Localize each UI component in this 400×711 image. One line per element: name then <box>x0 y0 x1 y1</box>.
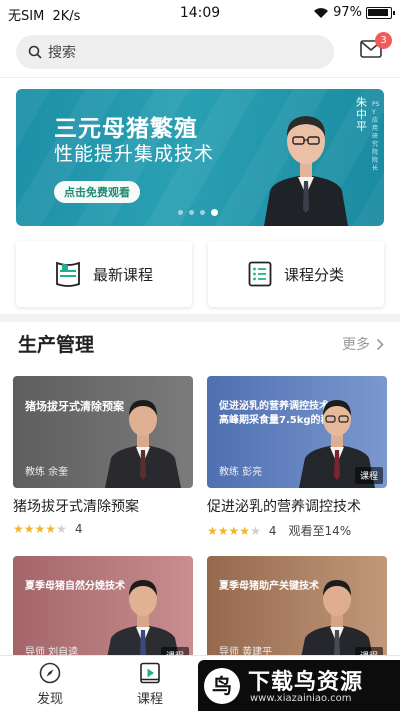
course-meta: ★★★★★ 4 观看至14% <box>207 522 387 539</box>
rating-value: 4 <box>268 523 277 538</box>
course-thumbnail: 促进泌乳的营养调控技术 高峰期采食量7.5kg的秘诀 教练 彭亮 课程 <box>207 376 387 488</box>
watermark-logo: 鸟 <box>204 668 240 704</box>
star-empty-icon: ★ <box>56 522 67 536</box>
tab-label: 课程 <box>136 692 163 707</box>
course-card[interactable]: 夏季母猪自然分娩技术 导师 刘自逵 课程 <box>13 556 193 655</box>
carousel-dot[interactable] <box>178 210 183 215</box>
list-icon <box>248 261 272 287</box>
tab-label: 发现 <box>36 692 63 707</box>
latest-courses-button[interactable]: 最新课程 <box>16 241 192 307</box>
course-tag: 课程 <box>354 467 383 484</box>
star-icon: ★ <box>23 522 35 536</box>
course-meta: ★★★★★ 4 <box>13 522 193 536</box>
course-name: 促进泌乳的营养调控技术 <box>207 499 361 515</box>
chevron-right-icon <box>376 338 384 350</box>
battery-percent: 97% <box>333 5 362 20</box>
carousel-dot[interactable] <box>189 210 194 215</box>
star-icon: ★ <box>13 522 24 536</box>
star-empty-icon: ★ <box>250 523 261 538</box>
carousel-dot[interactable] <box>211 209 218 216</box>
home-content[interactable]: 三元母猪繁殖 性能提升集成技术 点击免费观看 朱中平 PSY应用研究院院长 最新… <box>0 78 400 655</box>
wifi-icon <box>314 7 329 18</box>
rating-stars: ★★★★★ <box>13 522 67 536</box>
section-divider <box>0 314 400 322</box>
status-bar: 无SIM 2K/s 14:09 97% <box>0 0 400 28</box>
message-button[interactable]: 3 <box>360 32 392 58</box>
star-icon: ★ <box>228 523 240 538</box>
teacher-photo <box>107 580 179 655</box>
course-thumbnail: 夏季母猪助产关键技术 导师 黄建平 课程 <box>207 556 387 655</box>
watermark-text: 下载鸟资源 <box>248 670 364 695</box>
course-categories-label: 课程分类 <box>283 265 344 284</box>
search-icon <box>28 45 42 59</box>
top-bar: 搜索 3 <box>0 28 400 78</box>
unread-badge: 3 <box>375 32 392 49</box>
search-placeholder: 搜索 <box>48 45 76 61</box>
star-icon: ★ <box>45 522 57 536</box>
star-icon: ★ <box>239 523 251 538</box>
course-tag: 课程 <box>354 647 383 655</box>
speaker-name: 朱中平 <box>356 96 367 133</box>
banner-title: 三元母猪繁殖 <box>54 116 198 142</box>
rating-stars: ★★★★★ <box>207 524 261 538</box>
course-thumbnail: 猪场拔牙式清除预案 教练 余奎 <box>13 376 193 488</box>
battery-icon <box>366 6 395 19</box>
course-categories-button[interactable]: 课程分类 <box>208 241 384 307</box>
promo-banner[interactable]: 三元母猪繁殖 性能提升集成技术 点击免费观看 朱中平 PSY应用研究院院长 <box>16 89 384 226</box>
star-icon: ★ <box>34 522 46 536</box>
teacher-name: 导师 黄建平 <box>219 647 273 655</box>
compass-icon <box>39 662 61 684</box>
watch-free-button[interactable]: 点击免费观看 <box>54 181 140 203</box>
tab-discover[interactable]: 发现 <box>20 662 80 707</box>
watermark-url: www.xiazainiao.com <box>250 693 352 704</box>
book-icon <box>56 261 80 287</box>
teacher-name: 教练 彭亮 <box>219 467 263 478</box>
rating-value: 4 <box>74 522 83 536</box>
speaker-photo <box>264 116 348 226</box>
more-link[interactable]: 更多 <box>342 334 384 354</box>
course-card[interactable]: 夏季母猪助产关键技术 导师 黄建平 课程 <box>207 556 387 655</box>
play-icon <box>140 662 160 684</box>
section-title: 生产管理 <box>18 334 95 356</box>
teacher-photo <box>301 580 373 655</box>
teacher-name: 教练 余奎 <box>25 467 69 478</box>
watch-progress: 观看至14% <box>288 524 352 538</box>
course-tag: 课程 <box>160 647 189 655</box>
course-thumbnail: 夏季母猪自然分娩技术 导师 刘自逵 课程 <box>13 556 193 655</box>
carousel-dots <box>178 209 218 216</box>
site-watermark: 鸟 下载鸟资源 www.xiazainiao.com <box>198 660 400 711</box>
latest-courses-label: 最新课程 <box>92 265 153 284</box>
teacher-name: 导师 刘自逵 <box>25 647 79 655</box>
tab-courses[interactable]: 课程 <box>120 662 180 707</box>
banner-subtitle: 性能提升集成技术 <box>54 143 215 165</box>
course-card[interactable]: 促进泌乳的营养调控技术 高峰期采食量7.5kg的秘诀 教练 彭亮 课程 促进泌乳… <box>207 376 387 539</box>
course-name: 猪场拔牙式清除预案 <box>13 499 139 515</box>
star-icon: ★ <box>217 523 229 538</box>
more-label: 更多 <box>342 337 370 353</box>
teacher-photo <box>105 400 181 488</box>
search-input[interactable]: 搜索 <box>16 35 334 69</box>
star-icon: ★ <box>207 523 218 538</box>
speaker-title: PSY应用研究院院长 <box>372 101 380 172</box>
course-card[interactable]: 猪场拔牙式清除预案 教练 余奎 猪场拔牙式清除预案 ★★★★★ 4 <box>13 376 193 536</box>
carousel-dot[interactable] <box>200 210 205 215</box>
